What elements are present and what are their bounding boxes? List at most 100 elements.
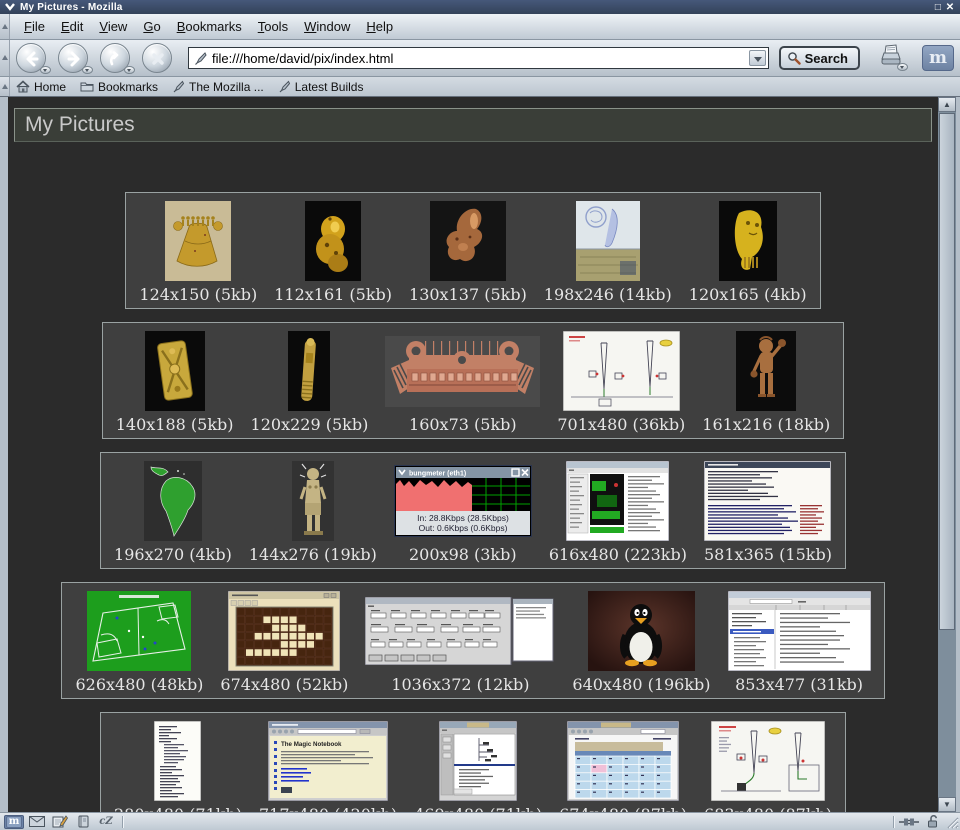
personal-toolbar-item-home[interactable]: Home bbox=[16, 80, 66, 94]
toolbar-grippy[interactable] bbox=[0, 14, 10, 39]
component-navigator[interactable]: m bbox=[4, 815, 24, 829]
component-address-book[interactable] bbox=[73, 815, 93, 829]
thumbnail-gold-mask[interactable] bbox=[719, 200, 777, 282]
print-dropdown[interactable] bbox=[897, 63, 908, 71]
component-composer[interactable] bbox=[50, 815, 70, 829]
resize-grip[interactable] bbox=[945, 815, 959, 829]
close-button[interactable]: ✕ bbox=[944, 2, 956, 13]
thumbnail-shot-filemanager[interactable] bbox=[566, 460, 669, 542]
thumbnail-statue-tan[interactable] bbox=[292, 460, 334, 542]
reload-button[interactable] bbox=[100, 43, 130, 73]
picture-gallery: 124x150 (5kb) 112x161 (5kb) 130x137 (5kb… bbox=[8, 192, 938, 812]
menu-file[interactable]: File bbox=[16, 16, 53, 37]
back-dropdown[interactable] bbox=[40, 66, 51, 74]
thumbnail-shot-terminal[interactable] bbox=[704, 460, 831, 542]
personal-toolbar-item-label: Bookmarks bbox=[98, 80, 158, 94]
gallery-item: bungmeter (eth1) In: 28.8Kbps (28.5Kbps)… bbox=[394, 460, 532, 566]
scroll-up-button[interactable]: ▲ bbox=[938, 97, 956, 112]
thumbnail-doc-narrow[interactable] bbox=[154, 720, 201, 802]
thumbnail-gold-plaque[interactable] bbox=[145, 330, 205, 412]
scrollbar-thumb[interactable] bbox=[939, 113, 955, 630]
online-status-indicator[interactable] bbox=[897, 815, 921, 829]
svg-text:Out: 0.6Kbps (0.6Kbps): Out: 0.6Kbps (0.6Kbps) bbox=[418, 523, 507, 533]
thumbnail-form-gray[interactable] bbox=[365, 590, 555, 672]
menu-bookmarks[interactable]: Bookmarks bbox=[169, 16, 250, 37]
gallery-item: 144x276 (19kb) bbox=[249, 460, 377, 566]
vertical-scrollbar[interactable]: ▲ ▼ bbox=[938, 97, 956, 812]
gallery-row-3: 196x270 (4kb) 144x276 (19kb) bungmeter (… bbox=[100, 452, 846, 569]
thumbnail-gold-strip[interactable] bbox=[288, 330, 330, 412]
url-text[interactable]: file:///home/david/pix/index.html bbox=[212, 51, 749, 66]
menu-help[interactable]: Help bbox=[358, 16, 401, 37]
status-text-panel bbox=[128, 816, 889, 828]
navigation-toolbar: file:///home/david/pix/index.html Search… bbox=[0, 40, 960, 77]
chevron-down-icon[interactable] bbox=[4, 2, 16, 12]
mozilla-logo[interactable]: m bbox=[922, 45, 954, 71]
thumbnail-field-green[interactable] bbox=[87, 590, 191, 672]
thumbnail-copper-comb[interactable] bbox=[385, 330, 540, 412]
toolbar-grippy[interactable] bbox=[0, 77, 10, 96]
menu-go[interactable]: Go bbox=[135, 16, 168, 37]
thumbnail-gold-figure-dark[interactable] bbox=[305, 200, 361, 282]
thumbnail-caption: 120x165 (4kb) bbox=[689, 282, 807, 306]
gallery-item: 1036x372 (12kb) bbox=[365, 590, 555, 696]
maximize-button[interactable]: □ bbox=[932, 2, 944, 13]
stop-button[interactable] bbox=[142, 43, 172, 73]
thumbnail-tux[interactable] bbox=[588, 590, 695, 672]
thumbnail-shot-tree[interactable] bbox=[439, 720, 517, 802]
security-indicator[interactable] bbox=[921, 815, 945, 829]
personal-toolbar-item-the-mozilla[interactable]: The Mozilla ... bbox=[172, 80, 264, 94]
url-bar[interactable]: file:///home/david/pix/index.html bbox=[188, 47, 769, 69]
forward-dropdown[interactable] bbox=[82, 66, 93, 74]
thumbnail-map-green[interactable] bbox=[144, 460, 202, 542]
personal-toolbar-item-label: The Mozilla ... bbox=[189, 80, 264, 94]
toolbar-grippy[interactable] bbox=[0, 40, 10, 76]
thumbnail-calendar-blue[interactable] bbox=[567, 720, 679, 802]
thumbnail-shot-list[interactable] bbox=[728, 590, 871, 672]
thumbnail-crossword[interactable] bbox=[228, 590, 340, 672]
thumbnail-caption: 198x246 (14kb) bbox=[544, 282, 672, 306]
thumbnail-gold-bell[interactable] bbox=[165, 200, 231, 282]
menu-tools[interactable]: Tools bbox=[250, 16, 296, 37]
thumbnail-caption: 683x480 (87kb) bbox=[704, 802, 832, 812]
gallery-item: 160x73 (5kb) bbox=[385, 330, 540, 436]
menu-view[interactable]: View bbox=[91, 16, 135, 37]
thumbnail-caption: 469x480 (71kb) bbox=[414, 802, 542, 812]
component-mail[interactable] bbox=[27, 815, 47, 829]
thumbnail-caption: 616x480 (223kb) bbox=[549, 542, 687, 566]
menu-items: FileEditViewGoBookmarksToolsWindowHelp bbox=[10, 14, 401, 39]
thumbnail-magic-notebook[interactable]: The Magic Notebook bbox=[268, 720, 388, 802]
menu-edit[interactable]: Edit bbox=[53, 16, 91, 37]
thumbnail-caption: 701x480 (36kb) bbox=[557, 412, 685, 436]
thumbnail-bungmeter[interactable]: bungmeter (eth1) In: 28.8Kbps (28.5Kbps)… bbox=[394, 460, 532, 542]
gallery-item: The Magic Notebook 717x480 (420kb) bbox=[259, 720, 397, 812]
search-button-label: Search bbox=[805, 51, 848, 66]
back-button[interactable] bbox=[16, 43, 46, 73]
gallery-item: 469x480 (71kb) bbox=[414, 720, 542, 812]
thumbnail-caption: 161x216 (18kb) bbox=[702, 412, 830, 436]
thumbnail-painting-light[interactable] bbox=[576, 200, 640, 282]
window-title: My Pictures - Mozilla bbox=[20, 2, 123, 13]
thumbnail-caption: 853x477 (31kb) bbox=[735, 672, 863, 696]
reload-dropdown[interactable] bbox=[124, 66, 135, 74]
statusbar-separator bbox=[893, 816, 895, 828]
search-button[interactable]: Search bbox=[779, 46, 860, 70]
gallery-item: 120x229 (5kb) bbox=[251, 330, 369, 436]
component-chatzilla[interactable]: cZ bbox=[96, 815, 116, 829]
gallery-row-4: 626x480 (48kb) 674x480 (52kb) 1036x372 (… bbox=[61, 582, 884, 699]
thumbnail-diagram-white2[interactable] bbox=[711, 720, 825, 802]
scroll-down-button[interactable]: ▼ bbox=[938, 797, 956, 812]
thumbnail-diagram-white[interactable] bbox=[563, 330, 680, 412]
gallery-item: 616x480 (223kb) bbox=[549, 460, 687, 566]
print-button[interactable] bbox=[874, 43, 910, 73]
thumbnail-clay-figure[interactable] bbox=[736, 330, 796, 412]
svg-text:The Magic Notebook: The Magic Notebook bbox=[281, 741, 342, 748]
thumbnail-caption: 280x480 (71kb) bbox=[114, 802, 242, 812]
url-dropdown-button[interactable] bbox=[749, 50, 766, 66]
thumbnail-copper-figure[interactable] bbox=[430, 200, 506, 282]
quill-icon bbox=[172, 80, 185, 93]
forward-button[interactable] bbox=[58, 43, 88, 73]
personal-toolbar-item-bookmarks[interactable]: Bookmarks bbox=[80, 80, 158, 94]
personal-toolbar-item-latest-builds[interactable]: Latest Builds bbox=[278, 80, 364, 94]
menu-window[interactable]: Window bbox=[296, 16, 358, 37]
